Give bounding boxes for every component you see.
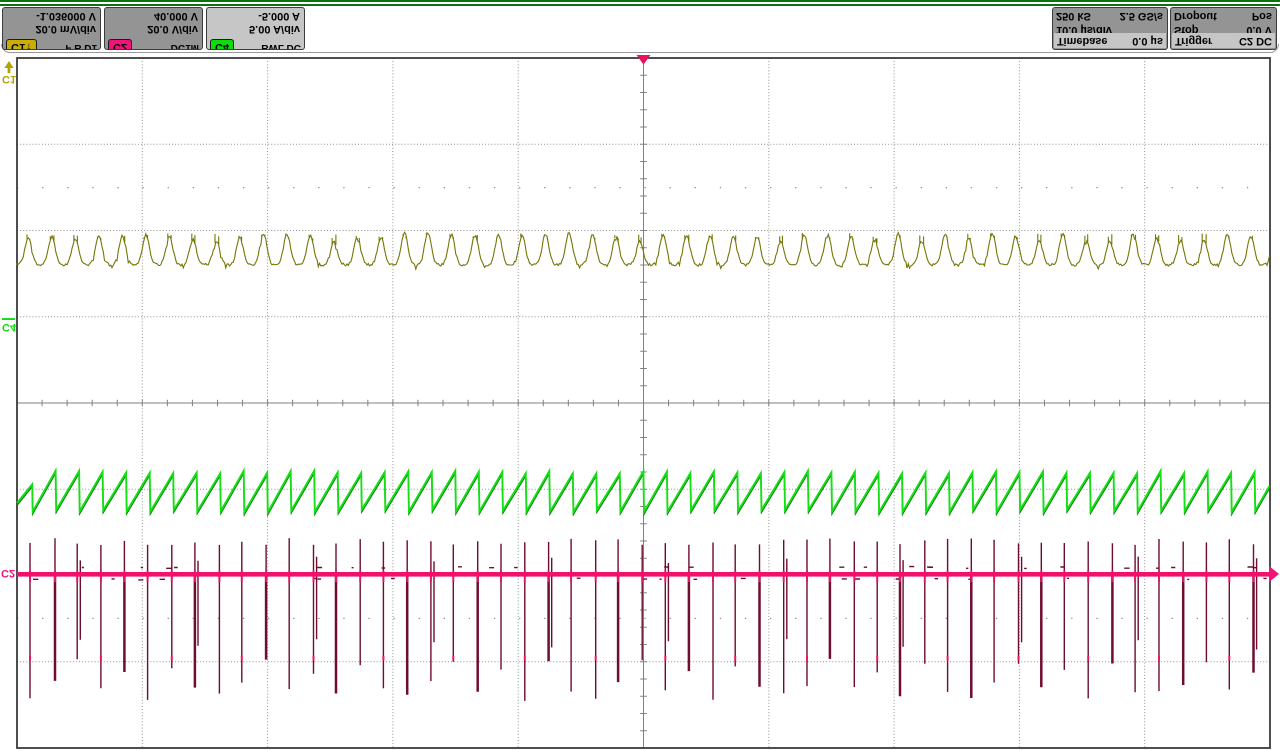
c4-zero-level-tick xyxy=(2,318,15,320)
oscilloscope-screen: -1.036000 V 20.0 mV/div C1 ↑ F B D1 40.00… xyxy=(0,0,1280,751)
c1-offscreen-arrow-icon xyxy=(4,61,14,73)
trace-c2-baseline xyxy=(17,572,1270,577)
trace-c4-sawtooth xyxy=(16,467,1271,516)
c4-edge-label: C4 xyxy=(2,321,17,333)
waveform-grid xyxy=(2,55,1279,749)
c1-edge-label: C1 xyxy=(2,73,17,85)
trigger-time-marker-icon xyxy=(636,55,651,65)
trace-c2-spikes xyxy=(29,538,1267,701)
c2-edge-label: C2 xyxy=(1,567,16,579)
trigger-level-marker-icon xyxy=(1269,566,1279,582)
